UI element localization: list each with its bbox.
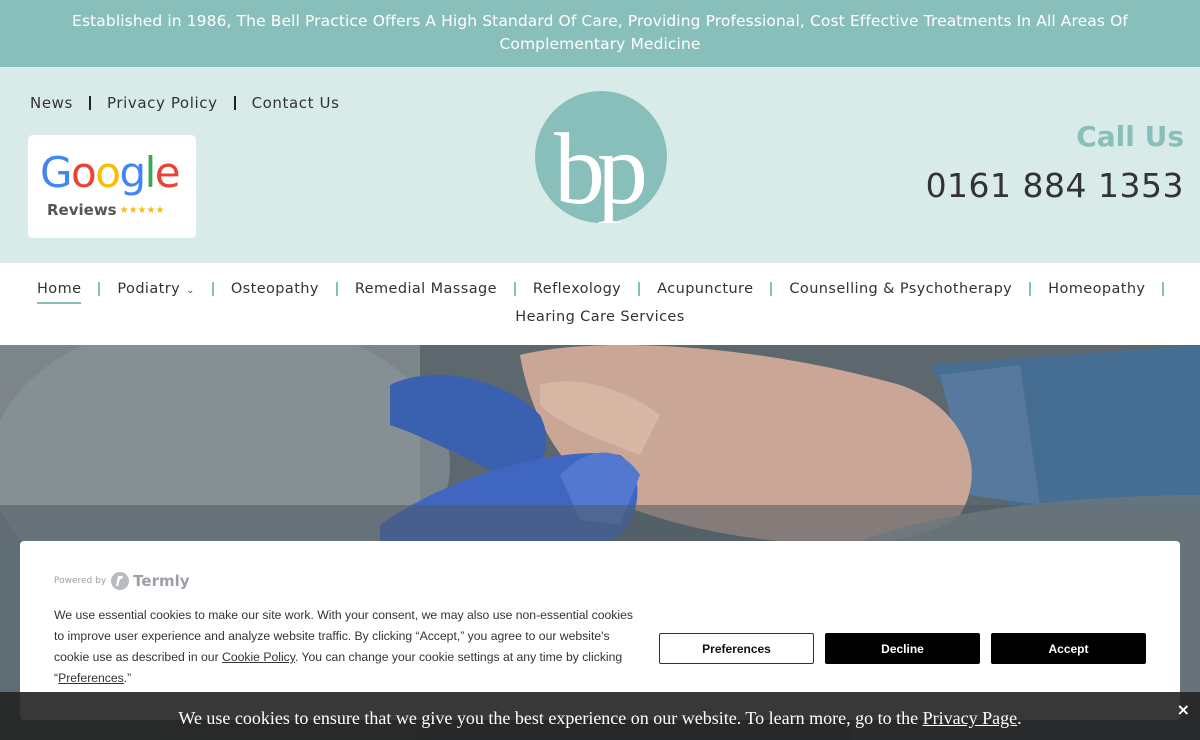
cookie-notice-bar: We use cookies to ensure that we give yo… bbox=[0, 692, 1200, 740]
preferences-button[interactable]: Preferences bbox=[659, 633, 814, 664]
nav-divider bbox=[335, 282, 338, 296]
nav-divider bbox=[1029, 282, 1032, 296]
nav-item-counselling[interactable]: Counselling & Psychotherapy bbox=[789, 281, 1012, 297]
decline-button[interactable]: Decline bbox=[825, 633, 980, 664]
powered-by-termly[interactable]: Powered by Termly bbox=[54, 571, 190, 591]
close-icon[interactable]: × bbox=[1177, 700, 1190, 719]
google-reviews-label: Reviews ★★★★★ bbox=[47, 201, 165, 219]
link-divider bbox=[88, 96, 91, 110]
site-header: News Privacy Policy Contact Us Google Re… bbox=[0, 67, 1200, 263]
cookie-notice-text: We use cookies to ensure that we give yo… bbox=[178, 708, 1022, 728]
star-rating-icon: ★★★★★ bbox=[119, 204, 165, 216]
contact-us-link[interactable]: Contact Us bbox=[252, 94, 340, 112]
news-link[interactable]: News bbox=[30, 94, 73, 112]
call-us-block: Call Us 0161 884 1353 bbox=[926, 120, 1184, 205]
link-divider bbox=[233, 96, 236, 110]
svg-text:bp: bp bbox=[554, 113, 645, 223]
nav-divider bbox=[513, 282, 516, 296]
google-logo: Google bbox=[40, 148, 181, 197]
nav-item-acupuncture[interactable]: Acupuncture bbox=[657, 281, 753, 297]
top-links: News Privacy Policy Contact Us bbox=[30, 94, 339, 112]
nav-divider bbox=[98, 282, 101, 296]
nav-item-hearing-care[interactable]: Hearing Care Services bbox=[515, 309, 684, 325]
termly-brand: Termly bbox=[133, 572, 190, 590]
accept-button[interactable]: Accept bbox=[991, 633, 1146, 664]
nav-item-podiatry[interactable]: Podiatry ⌄ bbox=[117, 281, 194, 297]
nav-item-remedial-massage[interactable]: Remedial Massage bbox=[355, 281, 497, 297]
call-us-label: Call Us bbox=[1076, 120, 1184, 153]
nav-divider bbox=[638, 282, 641, 296]
nav-item-homeopathy[interactable]: Homeopathy bbox=[1048, 281, 1145, 297]
nav-divider bbox=[211, 282, 214, 296]
phone-number[interactable]: 0161 884 1353 bbox=[926, 167, 1184, 205]
privacy-policy-link[interactable]: Privacy Policy bbox=[107, 94, 218, 112]
preferences-link[interactable]: Preferences bbox=[58, 671, 124, 685]
nav-divider bbox=[1162, 282, 1165, 296]
chevron-down-icon: ⌄ bbox=[186, 285, 195, 296]
nav-item-home[interactable]: Home bbox=[37, 281, 82, 304]
termly-logo-icon bbox=[111, 572, 130, 590]
cookie-policy-link[interactable]: Cookie Policy bbox=[222, 650, 295, 664]
cookie-description: We use essential cookies to make our sit… bbox=[54, 608, 633, 685]
main-navigation: Home Podiatry ⌄ Osteopathy Remedial Massa… bbox=[0, 263, 1200, 345]
nav-item-reflexology[interactable]: Reflexology bbox=[533, 281, 621, 297]
privacy-page-link[interactable]: Privacy Page bbox=[923, 708, 1017, 728]
announcement-banner: Established in 1986, The Bell Practice O… bbox=[0, 0, 1200, 67]
bell-practice-logo[interactable]: bp bbox=[535, 91, 667, 226]
google-reviews-badge[interactable]: Google Reviews ★★★★★ bbox=[28, 135, 196, 238]
nav-divider bbox=[770, 282, 773, 296]
nav-item-osteopathy[interactable]: Osteopathy bbox=[231, 281, 319, 297]
announcement-text: Established in 1986, The Bell Practice O… bbox=[72, 12, 1128, 53]
